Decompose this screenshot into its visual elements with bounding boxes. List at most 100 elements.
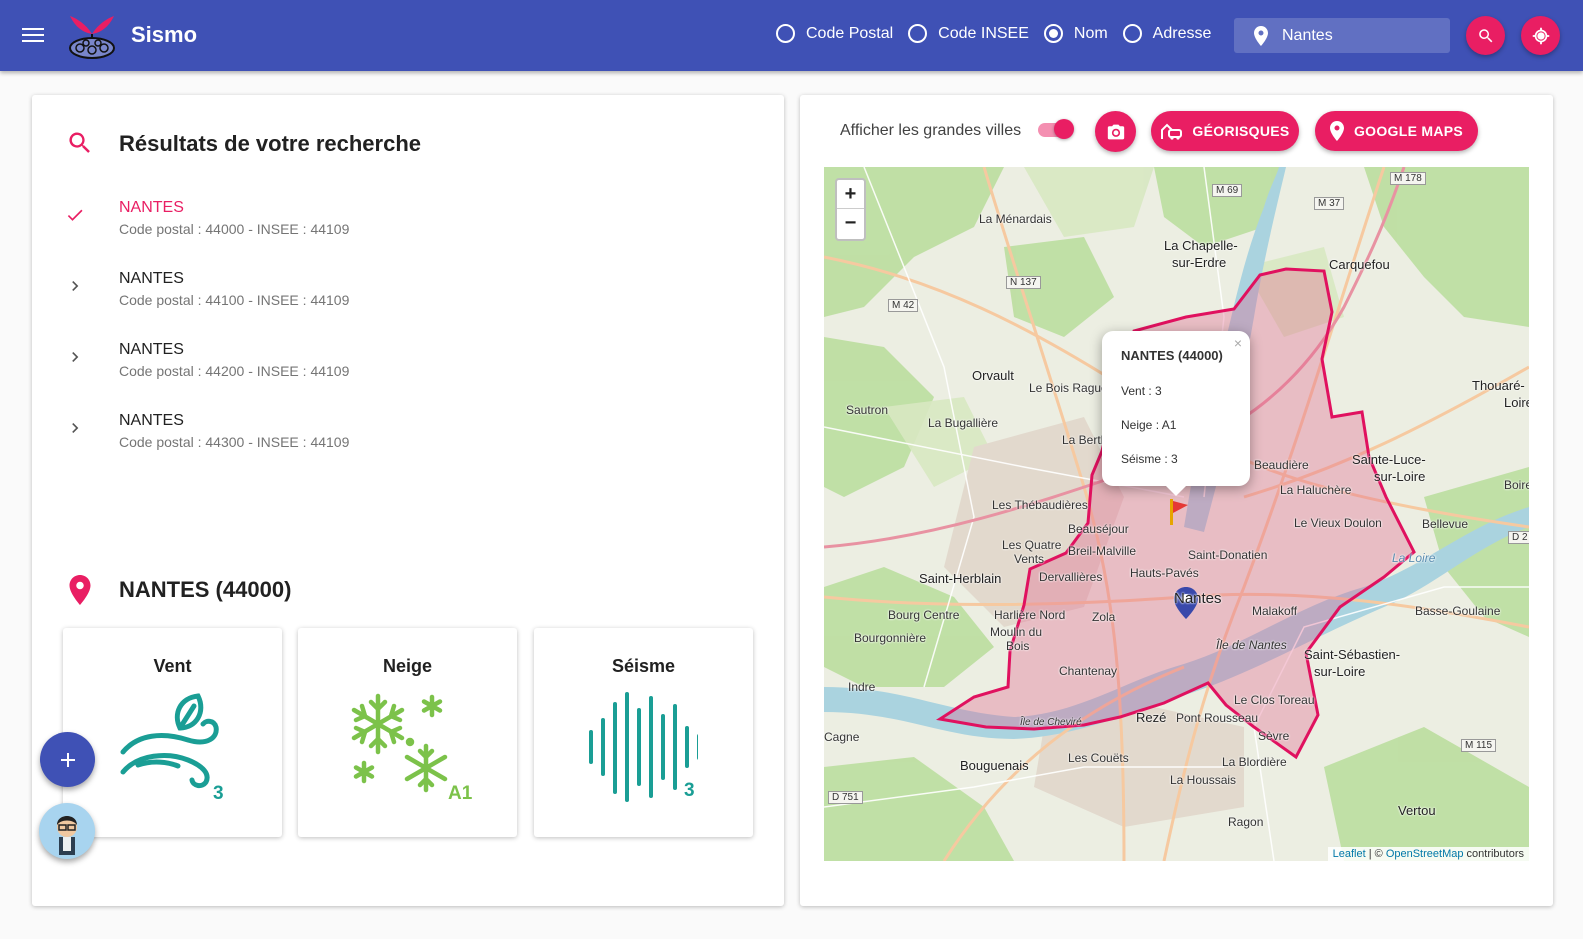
radio-button-icon[interactable] bbox=[1122, 24, 1142, 43]
radio-code-insee[interactable]: Code INSEE bbox=[908, 24, 1029, 43]
chevron-right-icon bbox=[72, 423, 79, 433]
user-avatar[interactable] bbox=[39, 803, 95, 859]
location-title: NANTES (44000) bbox=[119, 577, 292, 602]
camera-icon bbox=[1107, 124, 1124, 139]
map-place-label: Hauts-Pavés bbox=[1130, 566, 1199, 580]
result-detail: Code postal : 44000 - INSEE : 44109 bbox=[119, 221, 350, 237]
map-tiles bbox=[824, 167, 1529, 861]
chevron-right-icon bbox=[72, 281, 79, 291]
location-pin-icon bbox=[1329, 121, 1344, 141]
map-place-label: Cagne bbox=[824, 730, 860, 744]
map-place-label: Ragon bbox=[1228, 815, 1264, 829]
map-place-label: Île de Cheviré bbox=[1020, 717, 1082, 728]
map-place-label: Carquefou bbox=[1329, 257, 1390, 272]
result-item[interactable]: NANTES Code postal : 44200 - INSEE : 441… bbox=[60, 341, 710, 389]
map-place-label: Thouaré- bbox=[1472, 378, 1525, 393]
location-pin-icon bbox=[69, 575, 91, 605]
map-place-label: La Loire bbox=[1392, 551, 1436, 565]
map-place-label: Île de Nantes bbox=[1216, 638, 1287, 652]
road-shield: N 137 bbox=[1006, 276, 1041, 289]
app-logo bbox=[69, 16, 115, 59]
map-place-label: Harlière Nord bbox=[994, 608, 1066, 622]
map-place-label: Breil-Malville bbox=[1068, 544, 1137, 558]
road-shield: M 115 bbox=[1461, 739, 1497, 752]
map-place-label: La Haluchère bbox=[1280, 483, 1352, 497]
radio-nom[interactable]: Nom bbox=[1043, 24, 1108, 43]
map-place-label: Le Clos Toreau bbox=[1234, 693, 1315, 707]
risk-title: Neige bbox=[382, 656, 433, 676]
risk-card-snow: Neige A1 bbox=[298, 628, 517, 837]
map-view[interactable]: + − La Ménardais La Chapelle- sur-Erdre … bbox=[824, 167, 1529, 861]
app-title: Sismo bbox=[131, 22, 198, 47]
search-icon bbox=[1478, 28, 1492, 42]
map-popup: × NANTES (44000) Vent : 3 Neige : A1 Séi… bbox=[1102, 331, 1250, 496]
add-button[interactable] bbox=[40, 732, 95, 787]
search-button[interactable] bbox=[1466, 16, 1505, 55]
radio-adresse[interactable]: Adresse bbox=[1122, 24, 1211, 43]
radio-code-postal[interactable]: Code Postal bbox=[776, 24, 893, 43]
map-place-label: Orvault bbox=[972, 368, 1014, 383]
risk-card-wind: Vent 3 bbox=[63, 628, 282, 837]
popup-seismic: Séisme : 3 bbox=[1121, 452, 1178, 466]
zoom-in-button[interactable]: + bbox=[837, 180, 864, 209]
map-place-label: Indre bbox=[848, 680, 876, 694]
risk-value: 3 bbox=[684, 780, 695, 801]
result-name: NANTES bbox=[119, 341, 184, 358]
map-place-label: Sautron bbox=[846, 403, 889, 417]
close-icon[interactable]: × bbox=[1234, 335, 1242, 351]
menu-icon[interactable] bbox=[22, 25, 44, 45]
radio-button-icon[interactable] bbox=[1043, 24, 1063, 43]
google-maps-button[interactable]: GOOGLE MAPS bbox=[1315, 111, 1478, 151]
radio-button-icon[interactable] bbox=[908, 24, 928, 43]
map-place-label: La Chapelle- bbox=[1164, 238, 1238, 253]
map-place-label: La Bugallière bbox=[928, 416, 999, 430]
map-place-label: Bourgonnière bbox=[854, 631, 927, 645]
risk-value: A1 bbox=[448, 783, 473, 804]
big-cities-toggle-label: Afficher les grandes villes bbox=[840, 122, 1022, 139]
map-place-label: Sainte-Luce- bbox=[1352, 452, 1426, 467]
big-cities-toggle[interactable] bbox=[1038, 119, 1074, 139]
road-shield: M 69 bbox=[1212, 184, 1243, 197]
result-detail: Code postal : 44300 - INSEE : 44109 bbox=[119, 434, 350, 450]
map-place-label: Zola bbox=[1092, 610, 1116, 624]
map-place-label: Nantes bbox=[1174, 590, 1222, 607]
geolocate-button[interactable] bbox=[1521, 16, 1560, 55]
map-place-label: sur-Loire bbox=[1374, 469, 1426, 484]
radio-label: Code Postal bbox=[806, 24, 894, 42]
map-place-label: Saint-Sébastien- bbox=[1304, 647, 1401, 662]
map-place-label: Pont Rousseau bbox=[1176, 711, 1259, 725]
map-place-label: Vertou bbox=[1398, 803, 1436, 818]
map-place-label: Les Quatre bbox=[1002, 538, 1062, 552]
chevron-right-icon bbox=[72, 352, 79, 362]
map-place-label: Moulin du bbox=[990, 625, 1043, 639]
avatar-image bbox=[57, 816, 77, 855]
map-place-label: Loire bbox=[1504, 395, 1529, 410]
google-maps-label: GOOGLE MAPS bbox=[1353, 123, 1464, 139]
map-place-label: Basse-Goulaine bbox=[1415, 604, 1501, 618]
map-place-label: Bois bbox=[1006, 639, 1030, 653]
screenshot-button[interactable] bbox=[1095, 111, 1136, 152]
map-place-label: Les Couëts bbox=[1068, 751, 1129, 765]
results-title: Résultats de votre recherche bbox=[119, 131, 422, 156]
search-input[interactable] bbox=[1282, 26, 1432, 45]
map-place-label: Rezé bbox=[1136, 710, 1167, 725]
map-place-label: Dervallières bbox=[1039, 570, 1103, 584]
map-place-label: La Blordière bbox=[1222, 755, 1287, 769]
result-item[interactable]: NANTES Code postal : 44300 - INSEE : 441… bbox=[60, 412, 710, 460]
leaflet-link[interactable]: Leaflet bbox=[1333, 848, 1366, 860]
zoom-out-button[interactable]: − bbox=[837, 209, 864, 238]
result-detail: Code postal : 44200 - INSEE : 44109 bbox=[119, 363, 350, 379]
search-field[interactable] bbox=[1234, 18, 1450, 53]
result-item[interactable]: NANTES Code postal : 44000 - INSEE : 441… bbox=[60, 199, 710, 247]
result-item[interactable]: NANTES Code postal : 44100 - INSEE : 441… bbox=[60, 270, 710, 318]
radio-label: Nom bbox=[1073, 24, 1108, 42]
search-mode-group: Code Postal Code INSEE Nom Adresse bbox=[776, 24, 1226, 43]
map-place-label: Les Thébaudières bbox=[992, 498, 1088, 512]
osm-link[interactable]: OpenStreetMap bbox=[1386, 848, 1464, 860]
georisques-button[interactable]: GÉORISQUES bbox=[1151, 111, 1299, 151]
popup-wind: Vent : 3 bbox=[1121, 384, 1162, 398]
radio-button-icon[interactable] bbox=[776, 24, 795, 43]
result-name: NANTES bbox=[119, 199, 184, 216]
seismic-icon bbox=[589, 692, 698, 802]
map-place-label: sur-Erdre bbox=[1172, 255, 1227, 270]
